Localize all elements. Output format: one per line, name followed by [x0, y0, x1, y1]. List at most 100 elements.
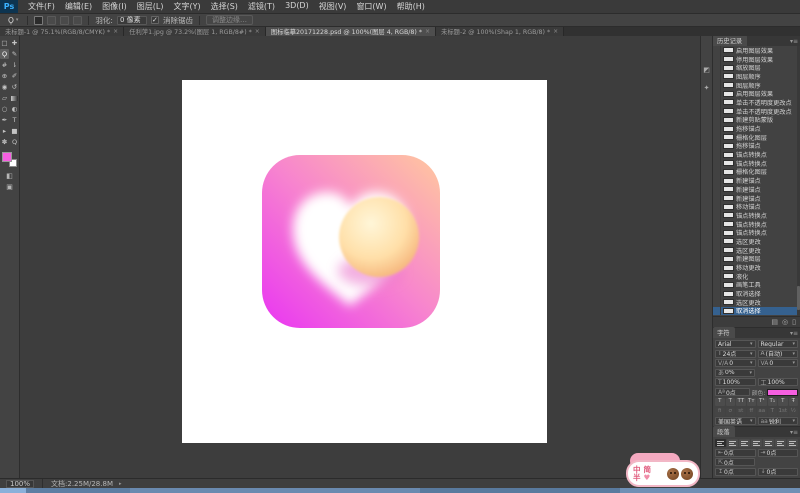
char-style-button[interactable]: Ŧ — [788, 398, 798, 406]
history-brush-source-well[interactable] — [713, 106, 721, 116]
move-tool[interactable]: ✚ — [10, 38, 19, 48]
align-button[interactable] — [787, 439, 798, 447]
history-state-row[interactable]: 新建锚点 — [713, 193, 800, 203]
history-state-row[interactable]: 移动锚点 — [713, 202, 800, 211]
char-style-button[interactable]: T — [725, 398, 735, 406]
foreground-color-swatch[interactable] — [2, 152, 12, 162]
opentype-button[interactable]: st — [736, 407, 746, 416]
quick-mask-icon[interactable]: ◧ — [6, 172, 13, 180]
history-state-row[interactable]: 选区更改 — [713, 245, 800, 255]
align-button[interactable] — [715, 439, 726, 447]
history-state-row[interactable]: 停用图层效果 — [713, 54, 800, 64]
history-brush-source-well[interactable] — [713, 245, 721, 255]
lasso-tool[interactable]: Ϙ — [0, 49, 9, 59]
document-canvas[interactable] — [182, 80, 547, 443]
leading-select[interactable]: A (自动) ▾ — [757, 349, 798, 358]
opentype-button[interactable]: 1st — [778, 407, 788, 416]
new-selection-button[interactable] — [34, 15, 44, 25]
new-doc-from-state-icon[interactable]: ▤ — [771, 318, 778, 326]
menu-item[interactable]: 图层(L) — [132, 1, 169, 12]
path-selection-tool[interactable]: ▸ — [0, 126, 9, 136]
history-brush-source-well[interactable] — [713, 176, 721, 185]
align-button[interactable] — [751, 439, 762, 447]
menu-item[interactable]: 视图(V) — [314, 1, 352, 12]
status-options-arrow[interactable]: ▸ — [119, 481, 122, 487]
align-button[interactable] — [763, 439, 774, 447]
document-tab[interactable]: 任利萍1.jpg @ 73.2%(图层 1, RGB/8#) * × — [124, 27, 266, 36]
align-button[interactable] — [739, 439, 750, 447]
history-state-row[interactable]: 画笔工具 — [713, 280, 800, 290]
document-tab[interactable]: 未标题-2 @ 100%(Shap 1, RGB/8) * × — [436, 27, 565, 36]
opentype-button[interactable]: T — [767, 407, 777, 416]
menu-item[interactable]: 文件(F) — [23, 1, 60, 12]
history-brush-source-well[interactable] — [713, 219, 721, 229]
opentype-button[interactable]: ff — [746, 407, 756, 416]
tool-preset-picker[interactable]: Ϙ ▾ — [5, 16, 21, 25]
baseline-shift-input[interactable]: Aª 0点 — [715, 388, 750, 396]
tracking-select[interactable]: VA 0 ▾ — [757, 359, 798, 367]
char-style-button[interactable]: TT — [736, 398, 746, 406]
history-brush-source-well[interactable] — [713, 289, 721, 298]
rectangular-marquee-tool[interactable]: □ — [0, 38, 9, 48]
history-state-row[interactable]: 选区更改 — [713, 297, 800, 307]
refine-edge-button[interactable]: 调整边缘… — [205, 15, 253, 25]
history-brush-source-well[interactable] — [713, 46, 721, 55]
feather-input[interactable]: 0 像素 — [116, 15, 147, 25]
history-brush-source-well[interactable] — [713, 150, 721, 159]
history-brush-source-well[interactable] — [713, 124, 721, 133]
history-state-row[interactable]: 锚点转换点 — [713, 211, 800, 220]
vertical-scale-input[interactable]: T 100% — [715, 378, 756, 386]
history-state-row[interactable]: 单击不透明度更改点 — [713, 98, 800, 107]
history-brush-source-well[interactable] — [713, 185, 721, 194]
opentype-button[interactable]: ½ — [788, 407, 798, 416]
eyedropper-tool[interactable]: ⇂ — [10, 60, 19, 70]
shape-tool[interactable]: ■ — [10, 126, 19, 136]
history-state-row[interactable]: 锚点转换点 — [713, 228, 800, 237]
history-brush-source-well[interactable] — [713, 158, 721, 168]
close-icon[interactable]: × — [255, 28, 260, 35]
history-state-row[interactable]: 锚点转换点 — [713, 150, 800, 159]
history-brush-source-well[interactable] — [713, 141, 721, 151]
adjustments-panel-icon[interactable]: ◩ — [703, 66, 710, 74]
type-tool[interactable]: T — [10, 115, 19, 125]
hand-tool[interactable]: ✽ — [0, 137, 9, 147]
text-color-swatch[interactable] — [767, 388, 799, 396]
history-state-row[interactable]: 栅格化图层 — [713, 132, 800, 142]
char-style-button[interactable]: T — [715, 398, 725, 406]
menu-item[interactable]: 窗口(W) — [351, 1, 391, 12]
history-state-row[interactable]: 图层顺序 — [713, 80, 800, 90]
history-brush-source-well[interactable] — [713, 280, 721, 290]
delete-state-icon[interactable]: ▯ — [792, 318, 796, 326]
history-brush-source-well[interactable] — [713, 237, 721, 246]
history-state-row[interactable]: 栅格化图层 — [713, 167, 800, 176]
dodge-tool[interactable]: ◐ — [10, 104, 19, 114]
healing-brush-tool[interactable]: ⊕ — [0, 71, 9, 81]
close-icon[interactable]: × — [425, 28, 430, 35]
proportional-spacing-select[interactable]: あ 0% ▾ — [715, 368, 755, 377]
history-brush-source-well[interactable] — [713, 98, 721, 107]
document-tab[interactable]: 未标题-1 @ 75.1%(RGB/8/CMYK) * × — [0, 27, 125, 36]
styles-panel-icon[interactable]: ✦ — [704, 84, 710, 92]
history-brush-source-well[interactable] — [713, 54, 721, 64]
menu-item[interactable]: 选择(S) — [206, 1, 243, 12]
char-style-button[interactable]: Tт — [746, 398, 756, 406]
history-state-row[interactable]: 图层顺序 — [713, 72, 800, 81]
history-brush-source-well[interactable] — [713, 193, 721, 203]
history-brush-source-well[interactable] — [713, 72, 721, 81]
align-button[interactable] — [775, 439, 786, 447]
history-state-row[interactable]: 拖移锚点 — [713, 141, 800, 151]
antialias-checkbox[interactable]: ✓ — [150, 16, 159, 24]
char-style-button[interactable]: T — [778, 398, 788, 406]
history-brush-source-well[interactable] — [713, 63, 721, 73]
font-size-select[interactable]: T 24点 ▾ — [715, 349, 756, 358]
zoom-tool[interactable]: Q — [10, 137, 19, 147]
history-state-row[interactable]: 选区更改 — [713, 237, 800, 246]
font-family-select[interactable]: Arial ▾ — [715, 340, 756, 348]
history-state-row[interactable]: 新建图层 — [713, 254, 800, 263]
history-brush-source-well[interactable] — [713, 202, 721, 212]
quick-selection-tool[interactable]: ✎ — [10, 49, 19, 59]
history-state-row[interactable]: 液化 — [713, 271, 800, 281]
close-icon[interactable]: × — [553, 28, 558, 35]
first-line-indent-input[interactable]: ⇱ 0点 — [715, 458, 755, 466]
history-brush-source-well[interactable] — [713, 228, 721, 238]
